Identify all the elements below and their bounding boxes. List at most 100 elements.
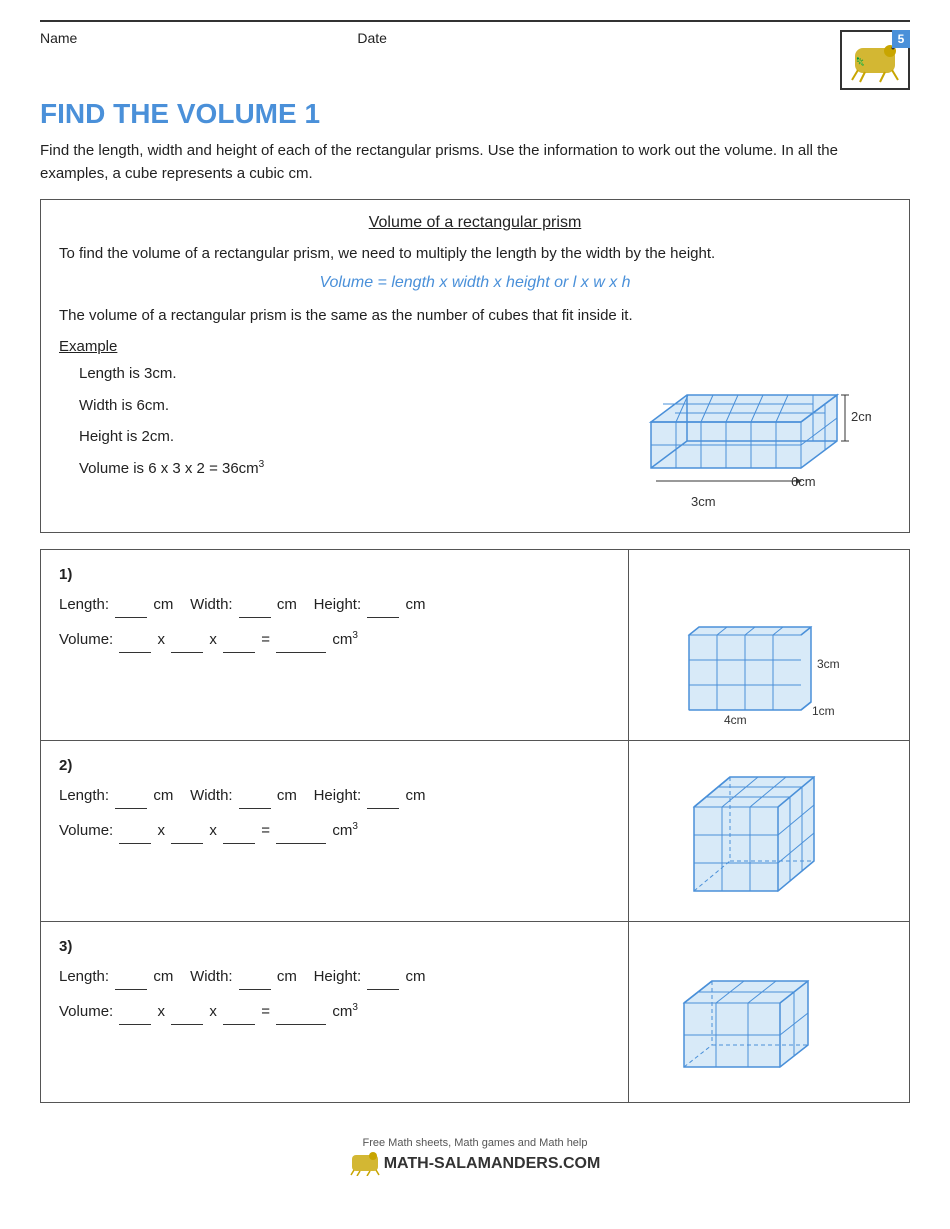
footer-content: Free Math sheets, Math games and Math he… xyxy=(350,1137,601,1176)
problems-container: 1) Length: cm Width: cm Height: cm Volum… xyxy=(40,549,910,1103)
example-width: Width is 6cm. xyxy=(79,393,611,419)
problem-1-right: 3cm 4cm 1cm xyxy=(629,550,909,740)
cm-2c: cm xyxy=(405,787,425,804)
problem-3-left: 3) Length: cm Width: cm Height: cm Volum… xyxy=(41,922,629,1102)
times-1a: x xyxy=(158,631,170,648)
cm3-1: cm3 xyxy=(332,631,358,648)
equals-1: = xyxy=(261,631,274,648)
vol-result-3[interactable] xyxy=(276,1024,326,1025)
info-description: To find the volume of a rectangular pris… xyxy=(59,242,891,266)
example-prism-diagram: 2cm 6cm 3cm xyxy=(611,338,891,518)
prism-back-faces xyxy=(651,395,837,468)
cm-2b: cm xyxy=(277,787,310,804)
intro-text: Find the length, width and height of eac… xyxy=(40,140,910,185)
example-text: Example Length is 3cm. Width is 6cm. Hei… xyxy=(59,338,611,487)
vol-blank-1a[interactable] xyxy=(119,652,151,653)
width-label-2: Width: xyxy=(190,787,233,804)
problem-3-volume: Volume: x x = cm3 xyxy=(59,998,610,1025)
width-label-1: Width: xyxy=(190,596,233,613)
length-blank-2[interactable] xyxy=(115,808,147,809)
length-blank-3[interactable] xyxy=(115,989,147,990)
badge-number: 5 xyxy=(892,30,910,48)
height-blank-2[interactable] xyxy=(367,808,399,809)
problem-2-prism xyxy=(679,751,859,911)
problem-3-right xyxy=(629,922,909,1102)
name-label: Name xyxy=(40,30,77,46)
problem-2-number: 2) xyxy=(59,757,610,774)
cm-3c: cm xyxy=(405,968,425,985)
formula: Volume = length x width x height or l x … xyxy=(59,274,891,292)
p1-dim-height: 3cm xyxy=(817,657,840,671)
vol-blank-3c[interactable] xyxy=(223,1024,255,1025)
footer-logo: MATH-SALAMANDERS.COM xyxy=(350,1151,601,1176)
height-label-2: Height: xyxy=(314,787,362,804)
example-height: Height is 2cm. xyxy=(79,424,611,450)
problem-1-volume: Volume: x x = cm3 xyxy=(59,626,610,653)
width-blank-3[interactable] xyxy=(239,989,271,990)
problem-row-2: 2) Length: cm Width: cm Height: cm Volum… xyxy=(41,741,909,922)
width-blank-1[interactable] xyxy=(239,617,271,618)
problem-1-dimensions: Length: cm Width: cm Height: cm xyxy=(59,591,610,618)
example-label: Example xyxy=(59,338,611,355)
width-blank-2[interactable] xyxy=(239,808,271,809)
p1-dim-depth: 1cm xyxy=(812,704,835,718)
times-2b: x xyxy=(209,822,221,839)
volume-label-2: Volume: xyxy=(59,822,113,839)
example-prism-svg: 2cm 6cm 3cm xyxy=(631,338,871,518)
logo-box: 5 🦎 xyxy=(840,30,910,90)
problem-2-volume: Volume: x x = cm3 xyxy=(59,817,610,844)
cm3-2: cm3 xyxy=(332,822,358,839)
problem-row-1: 1) Length: cm Width: cm Height: cm Volum… xyxy=(41,550,909,741)
top-bar: Name Date 5 🦎 xyxy=(40,20,910,90)
vol-result-2[interactable] xyxy=(276,843,326,844)
equals-3: = xyxy=(261,1003,274,1020)
footer: Free Math sheets, Math games and Math he… xyxy=(40,1123,910,1186)
times-2a: x xyxy=(158,822,170,839)
page: Name Date 5 🦎 FIND THE VOLUME 1 Find the… xyxy=(0,0,950,1229)
problem-2-left: 2) Length: cm Width: cm Height: cm Volum… xyxy=(41,741,629,921)
problem-2-dimensions: Length: cm Width: cm Height: cm xyxy=(59,782,610,809)
vol-blank-3a[interactable] xyxy=(119,1024,151,1025)
height-blank-3[interactable] xyxy=(367,989,399,990)
equals-2: = xyxy=(261,822,274,839)
length-label-3: Length: xyxy=(59,968,109,985)
info-box-title: Volume of a rectangular prism xyxy=(59,214,891,232)
height-blank-1[interactable] xyxy=(367,617,399,618)
vol-blank-3b[interactable] xyxy=(171,1024,203,1025)
vol-blank-2a[interactable] xyxy=(119,843,151,844)
vol-blank-1c[interactable] xyxy=(223,652,255,653)
problem-3-prism xyxy=(669,932,869,1092)
vol-result-1[interactable] xyxy=(276,652,326,653)
vol-blank-2b[interactable] xyxy=(171,843,203,844)
cm-1a: cm xyxy=(153,596,186,613)
length-label-1: Length: xyxy=(59,596,109,613)
dim-label-depth: 3cm xyxy=(691,494,716,509)
p1-dim-width: 4cm xyxy=(724,713,747,727)
cm3-3: cm3 xyxy=(332,1003,358,1020)
problem-2-right xyxy=(629,741,909,921)
main-title: FIND THE VOLUME 1 xyxy=(40,98,910,130)
footer-logo-text: MATH-SALAMANDERS.COM xyxy=(384,1155,601,1173)
length-blank-1[interactable] xyxy=(115,617,147,618)
times-3b: x xyxy=(209,1003,221,1020)
dim-label-height: 2cm xyxy=(851,409,871,424)
vol-blank-2c[interactable] xyxy=(223,843,255,844)
height-label-3: Height: xyxy=(314,968,362,985)
p1-front-right xyxy=(689,627,811,710)
example-section: Example Length is 3cm. Width is 6cm. Hei… xyxy=(59,338,891,518)
height-label-1: Height: xyxy=(314,596,362,613)
cm-3a: cm xyxy=(153,968,186,985)
times-3a: x xyxy=(158,1003,170,1020)
svg-text:🦎: 🦎 xyxy=(855,56,865,66)
times-1b: x xyxy=(209,631,221,648)
problem-row-3: 3) Length: cm Width: cm Height: cm Volum… xyxy=(41,922,909,1102)
footer-logo-icon xyxy=(350,1151,380,1176)
example-volume: Volume is 6 x 3 x 2 = 36cm3 xyxy=(79,456,611,482)
width-label-3: Width: xyxy=(190,968,233,985)
info-box: Volume of a rectangular prism To find th… xyxy=(40,199,910,533)
example-length: Length is 3cm. xyxy=(79,361,611,387)
footer-text: Free Math sheets, Math games and Math he… xyxy=(362,1137,587,1149)
vol-blank-1b[interactable] xyxy=(171,652,203,653)
p2-front xyxy=(694,807,778,891)
problem-3-dimensions: Length: cm Width: cm Height: cm xyxy=(59,963,610,990)
